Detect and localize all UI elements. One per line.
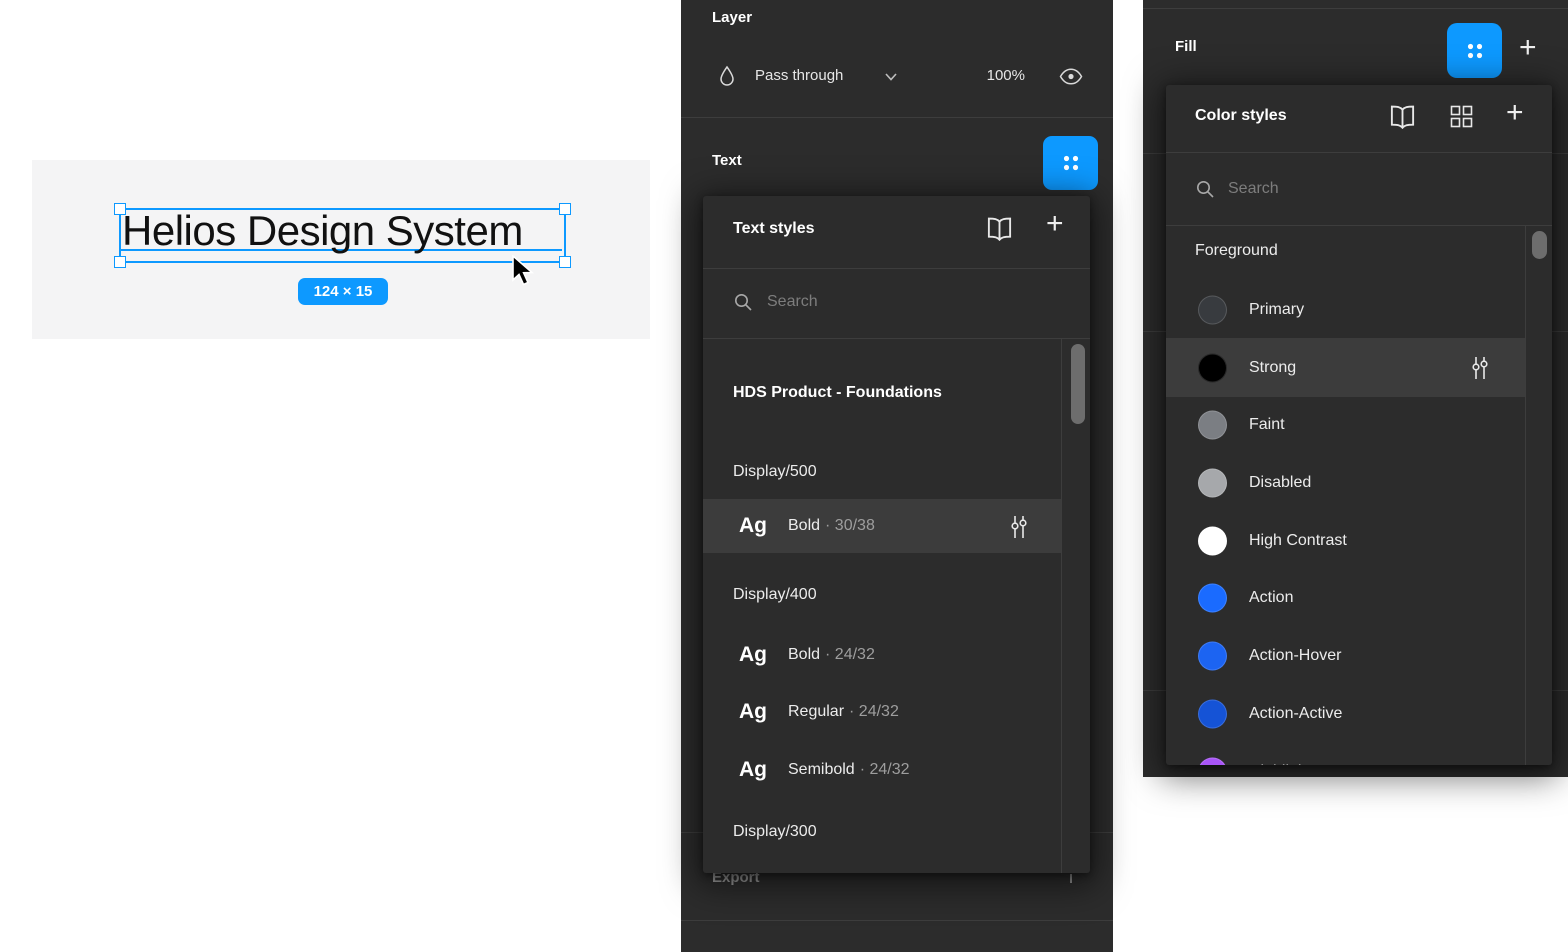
selection-handle-bottom-right[interactable] [559,256,571,268]
text-style-item[interactable]: Ag Semibold · 24/32 [703,743,1061,797]
color-style-item[interactable]: Highlight [1166,743,1526,765]
style-label: High Contrast [1249,532,1347,550]
scrollbar-track-divider [1525,225,1526,765]
color-swatch [1198,296,1227,325]
library-book-icon[interactable] [984,216,1015,241]
fill-section-title: Fill [1175,38,1197,55]
text-styles-list: HDS Product - Foundations Display/500 Ag… [703,338,1090,873]
color-swatch [1198,411,1227,440]
style-preview: Ag [739,514,767,538]
scrollbar-track-divider [1061,338,1062,873]
opacity-input[interactable]: 100% [969,67,1025,84]
search-icon [1195,179,1215,199]
style-preview: Ag [739,700,767,724]
scrollbar-thumb[interactable] [1071,344,1085,424]
color-swatch [1198,758,1227,766]
visibility-eye-icon[interactable] [1059,68,1083,85]
style-label: Action [1249,589,1293,607]
group-heading: Display/400 [733,586,817,604]
color-swatch [1198,700,1227,729]
text-style-item[interactable]: Ag Bold · 24/32 [703,628,1061,682]
style-preview: Ag [739,758,767,782]
blend-mode-icon [718,65,736,87]
color-swatch [1198,469,1227,498]
color-styles-dropdown: Color styles + Search Foreground Primary… [1166,85,1552,765]
style-preview: Ag [739,643,767,667]
style-label: Action-Hover [1249,647,1341,665]
color-style-item[interactable]: Action [1166,569,1526,627]
selection-handle-bottom-left[interactable] [114,256,126,268]
color-swatch [1198,584,1227,613]
search-input[interactable]: Search [1228,180,1279,198]
color-style-item[interactable]: Faint [1166,396,1526,454]
search-icon [733,292,753,312]
style-label: Primary [1249,301,1304,319]
style-label: Action-Active [1249,705,1342,723]
color-styles-title: Color styles [1195,107,1287,125]
text-style-item[interactable]: Ag Bold · 30/38 [703,499,1061,553]
canvas-text-layer[interactable]: Helios Design System [122,207,523,255]
color-swatch [1198,642,1227,671]
size-badge: 124 × 15 [298,278,388,305]
divider [1166,152,1552,153]
style-detail: · 24/32 [825,646,875,663]
add-style-icon[interactable]: + [1046,212,1064,236]
group-heading: Foreground [1195,242,1278,260]
adjust-sliders-icon[interactable] [1007,514,1031,540]
selection-handle-top-right[interactable] [559,203,571,215]
color-styles-button[interactable] [1447,23,1502,78]
canvas-area[interactable]: Helios Design System 124 × 15 [32,160,650,339]
search-input[interactable]: Search [767,293,818,311]
group-heading: Display/500 [733,463,817,481]
layer-section-title: Layer [712,9,752,26]
style-label: Regular [788,703,844,720]
text-styles-dropdown: Text styles + Search HDS Product - Found… [703,196,1090,873]
divider [703,268,1090,269]
add-style-icon[interactable]: + [1506,101,1524,125]
style-detail: · 30/38 [825,517,875,534]
color-styles-list: Foreground Primary Strong Faint Disabled [1166,225,1552,765]
mouse-cursor [511,255,537,294]
section-divider [1143,8,1568,9]
scrollbar-thumb[interactable] [1532,231,1547,259]
style-label: Strong [1249,359,1296,377]
style-label: Disabled [1249,474,1311,492]
chevron-down-icon[interactable] [884,72,898,82]
export-add-icon[interactable] [1070,874,1072,883]
four-dots-styles-icon [1060,152,1082,174]
style-detail: · 24/32 [849,703,899,720]
style-detail: · 24/32 [860,761,910,778]
color-swatch [1198,353,1227,382]
library-heading: HDS Product - Foundations [733,384,942,402]
add-fill-icon[interactable]: + [1519,36,1537,60]
color-style-item[interactable]: Disabled [1166,454,1526,512]
four-dots-styles-icon [1464,40,1486,62]
blend-mode-select[interactable]: Pass through [755,67,843,84]
text-styles-button[interactable] [1043,136,1098,190]
section-divider [681,920,1113,921]
style-label: Bold [788,517,820,534]
color-style-item[interactable]: Primary [1166,281,1526,339]
color-style-item[interactable]: Action-Active [1166,685,1526,743]
adjust-sliders-icon[interactable] [1468,355,1492,381]
text-style-item[interactable]: Ag Regular · 24/32 [703,685,1061,739]
color-style-item[interactable]: High Contrast [1166,512,1526,570]
grid-view-icon[interactable] [1449,104,1474,129]
color-style-item[interactable]: Action-Hover [1166,627,1526,685]
color-swatch [1198,527,1227,556]
style-label: Faint [1249,416,1285,434]
library-book-icon[interactable] [1387,104,1418,129]
text-section-title: Text [712,152,742,169]
section-divider [681,117,1113,118]
color-style-item[interactable]: Strong [1166,338,1526,397]
group-heading: Display/300 [733,823,817,841]
style-label: Bold [788,646,820,663]
text-styles-title: Text styles [733,220,815,238]
style-label: Highlight [1249,763,1311,765]
style-label: Semibold [788,761,855,778]
